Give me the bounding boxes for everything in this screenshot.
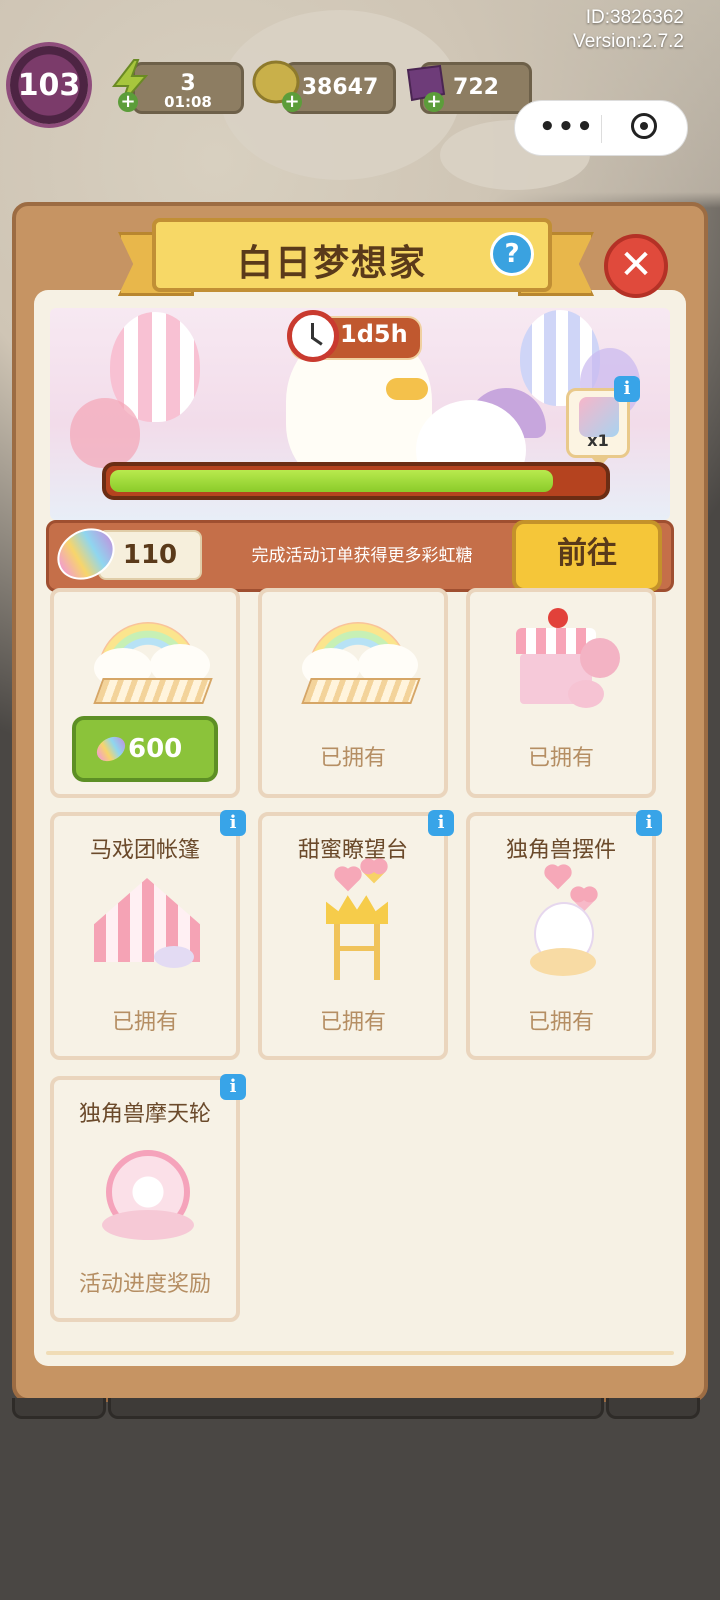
version-text: Version:2.7.2: [573, 31, 684, 52]
clock-icon: [287, 310, 339, 362]
heart-decoration: [546, 866, 570, 890]
heart-decoration: [362, 860, 386, 884]
go-button[interactable]: 前往: [512, 520, 662, 592]
panel-foot-middle: [108, 1398, 604, 1419]
help-symbol: ?: [504, 239, 520, 269]
unicorn-toy-decoration: [154, 946, 194, 968]
capsule-divider: [601, 115, 602, 143]
gem-plus-icon[interactable]: +: [424, 92, 444, 112]
event-progress-bar: [102, 462, 610, 500]
ornament-base: [530, 948, 596, 976]
user-id-text: ID:3826362: [585, 7, 684, 28]
event-timer-text: 1d5h: [340, 320, 408, 348]
tower-leg: [334, 924, 340, 980]
rainbow-candy-icon: [92, 731, 130, 767]
event-progress-fill: [110, 470, 553, 492]
shop-item-card[interactable]: 甜蜜瞭望台 已拥有: [258, 812, 448, 1060]
info-icon[interactable]: i: [636, 810, 662, 836]
heart-decoration: [336, 868, 360, 892]
energy-plus-icon[interactable]: +: [118, 92, 138, 112]
item-title: 甜蜜瞭望台: [297, 838, 408, 863]
target-icon[interactable]: [631, 113, 657, 139]
tower-rung: [334, 946, 380, 951]
item-status: 已拥有: [527, 746, 594, 771]
candy-count-text: 110: [122, 540, 178, 570]
shop-item-card[interactable]: 马戏团帐篷 已拥有: [50, 812, 240, 1060]
fence-decoration: [301, 678, 421, 704]
shop-item-card[interactable]: 独角兽摩天轮 活动进度奖励: [50, 1076, 240, 1322]
donut-decoration: [568, 680, 604, 708]
cherry-decoration: [548, 608, 568, 628]
sweet-tower-art: [326, 895, 388, 924]
panel-foot-left: [12, 1398, 106, 1419]
shop-item-card[interactable]: 已拥有: [258, 588, 448, 798]
info-icon[interactable]: i: [614, 376, 640, 402]
info-symbol: i: [437, 812, 445, 833]
tower-leg: [374, 924, 380, 980]
item-status: 已拥有: [527, 1010, 594, 1035]
shop-item-card[interactable]: 独角兽摆件 已拥有: [466, 812, 656, 1060]
item-status: 已拥有: [319, 746, 386, 771]
item-title: 马戏团帐篷: [89, 838, 200, 863]
panel-foot-right: [606, 1398, 700, 1419]
item-title: 独角兽摆件: [505, 838, 616, 863]
more-dots-icon[interactable]: •••: [539, 114, 595, 140]
coin-value: 38647: [301, 75, 379, 100]
item-status: 已拥有: [111, 1010, 178, 1035]
close-icon[interactable]: ✕: [604, 234, 668, 298]
player-level-text: 103: [17, 67, 81, 103]
candy-hint-text: 完成活动订单获得更多彩虹糖: [251, 546, 473, 566]
shop-item-card[interactable]: 已拥有: [466, 588, 656, 798]
close-symbol: ✕: [619, 242, 653, 288]
buy-button[interactable]: 600: [72, 716, 218, 782]
item-status: 已拥有: [319, 1010, 386, 1035]
item-title: 独角兽摩天轮: [78, 1102, 211, 1127]
duck-beak: [386, 378, 428, 400]
info-symbol: i: [645, 812, 653, 833]
dialog-title: 白日梦想家: [236, 243, 427, 284]
panel-divider: [46, 1351, 674, 1355]
info-icon[interactable]: i: [220, 810, 246, 836]
ferris-wheel-base: [102, 1210, 194, 1240]
miniprogram-capsule: •••: [514, 100, 688, 156]
info-icon[interactable]: i: [220, 1074, 246, 1100]
fence-decoration: [93, 678, 213, 704]
reward-quantity: x1: [587, 431, 609, 450]
question-icon[interactable]: ?: [490, 232, 534, 276]
heart-decoration: [70, 398, 140, 468]
item-price: 600: [128, 734, 183, 764]
info-symbol: i: [229, 1076, 237, 1097]
player-level-badge[interactable]: 103: [10, 46, 88, 124]
build-info: ID:3826362 Version:2.7.2: [573, 6, 684, 54]
cake-decoration: [580, 638, 620, 678]
item-status: 活动进度奖励: [78, 1272, 211, 1297]
info-symbol: i: [623, 378, 631, 399]
info-icon[interactable]: i: [428, 810, 454, 836]
shop-item-card[interactable]: 600: [50, 588, 240, 798]
coin-plus-icon[interactable]: +: [282, 92, 302, 112]
info-symbol: i: [229, 812, 237, 833]
